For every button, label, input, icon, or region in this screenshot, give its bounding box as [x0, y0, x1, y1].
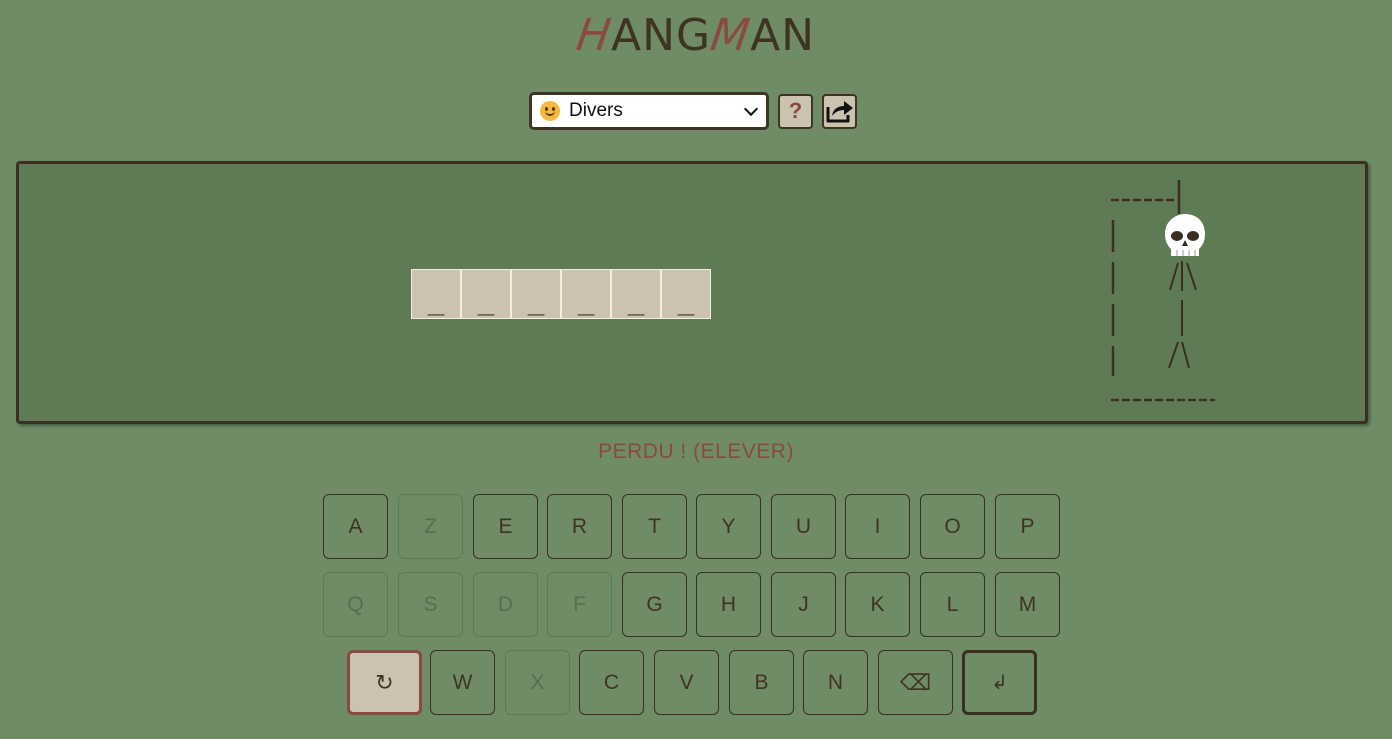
key-d: D [473, 572, 538, 637]
skull-icon [1165, 214, 1205, 256]
key-f: F [547, 572, 612, 637]
help-button[interactable]: ? [778, 93, 813, 129]
key-q: Q [323, 572, 388, 637]
key-x: X [505, 650, 570, 715]
key-o[interactable]: O [920, 494, 985, 559]
hangman-drawing [1111, 180, 1215, 402]
key-w[interactable]: W [430, 650, 495, 715]
key-t[interactable]: T [622, 494, 687, 559]
key-p[interactable]: P [995, 494, 1060, 559]
key-b[interactable]: B [729, 650, 794, 715]
key-label: K [870, 592, 885, 616]
key-label: V [679, 670, 694, 694]
key-e[interactable]: E [473, 494, 538, 559]
key-label: Q [347, 592, 364, 616]
controls-bar: Divers ? [529, 92, 857, 130]
key-label: X [530, 670, 545, 694]
title-part: H [573, 10, 615, 61]
key-label: N [827, 670, 844, 694]
key-label: U [795, 514, 812, 538]
key-label: H [720, 592, 737, 616]
letter-tile: _ [411, 269, 461, 319]
key-label: A [348, 514, 363, 538]
key-label: M [1018, 592, 1037, 616]
letter-tile: _ [511, 269, 561, 319]
key-a[interactable]: A [323, 494, 388, 559]
key-m[interactable]: M [995, 572, 1060, 637]
letter-tile: _ [561, 269, 611, 319]
key-label: J [798, 592, 809, 616]
key-label: ⌫ [899, 669, 932, 695]
key-c[interactable]: C [579, 650, 644, 715]
letter-tile: _ [461, 269, 511, 319]
key-l[interactable]: L [920, 572, 985, 637]
key-j[interactable]: J [771, 572, 836, 637]
title-part: ANG [611, 10, 712, 61]
key-label: ↲ [991, 672, 1008, 694]
chevron-down-icon [743, 101, 759, 117]
share-icon [826, 101, 853, 123]
title-part: AN [750, 10, 816, 61]
key-label: Y [721, 514, 736, 538]
key-u[interactable]: U [771, 494, 836, 559]
key-s: S [398, 572, 463, 637]
key-label: F [573, 592, 586, 616]
share-button[interactable] [822, 93, 857, 129]
letter-tile: _ [661, 269, 711, 319]
help-label: ? [788, 98, 803, 123]
category-select[interactable]: Divers [529, 92, 769, 130]
key-label: L [946, 592, 959, 616]
game-board: _ _ _ _ _ _ [16, 161, 1368, 424]
key-label: G [646, 592, 663, 616]
key-label: W [452, 670, 473, 694]
key-h[interactable]: H [696, 572, 761, 637]
category-value: Divers [569, 100, 623, 121]
key-label: I [874, 514, 881, 538]
key-label: B [754, 670, 769, 694]
key-label: Z [424, 514, 437, 538]
key-i[interactable]: I [845, 494, 910, 559]
hidden-word: _ _ _ _ _ _ [411, 269, 711, 319]
enter-key[interactable]: ↲ [962, 650, 1037, 715]
key-label: S [423, 592, 438, 616]
key-label: D [497, 592, 514, 616]
hangman-app: HANGMAN Divers ? _ _ _ _ _ _ PERDU ! (EL… [0, 0, 1392, 739]
restart-button[interactable]: ↻ [347, 650, 422, 715]
key-label: R [571, 514, 588, 538]
key-v[interactable]: V [654, 650, 719, 715]
smiley-face-icon [540, 101, 560, 121]
key-z: Z [398, 494, 463, 559]
key-k[interactable]: K [845, 572, 910, 637]
key-label: E [498, 514, 513, 538]
letter-tile: _ [611, 269, 661, 319]
key-n[interactable]: N [803, 650, 868, 715]
key-label: C [603, 670, 620, 694]
key-label: O [944, 514, 961, 538]
backspace-key[interactable]: ⌫ [878, 650, 953, 715]
page-title: HANGMAN [0, 8, 1392, 64]
game-status: PERDU ! (ELEVER) [598, 440, 794, 463]
gallows-frame [1111, 180, 1215, 402]
stick-figure [1168, 261, 1197, 369]
title-part: M [707, 10, 754, 61]
key-g[interactable]: G [622, 572, 687, 637]
key-label: T [648, 514, 661, 538]
key-r[interactable]: R [547, 494, 612, 559]
key-label: P [1020, 514, 1035, 538]
key-y[interactable]: Y [696, 494, 761, 559]
key-label: ↻ [375, 669, 394, 695]
